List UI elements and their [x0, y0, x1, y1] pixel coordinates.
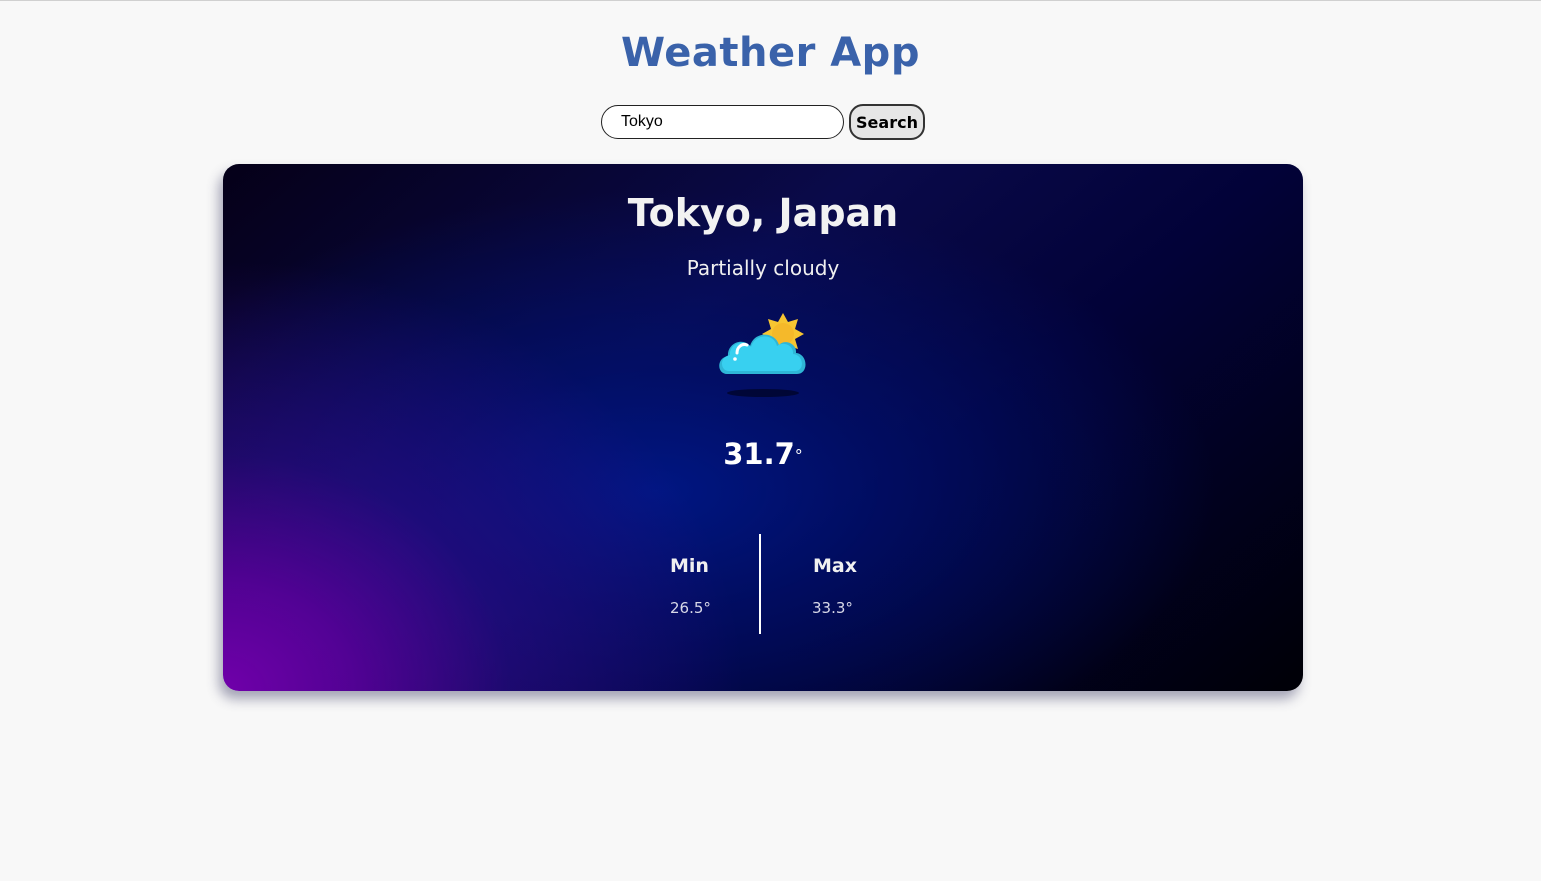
temperature-value: 31.7: [723, 437, 795, 471]
app-title: Weather App: [621, 30, 920, 76]
max-label: Max: [813, 555, 857, 577]
weather-card: Tokyo, Japan Partially cloudy 31.7° Min …: [223, 164, 1303, 691]
location-name: Tokyo, Japan: [627, 191, 899, 235]
search-button[interactable]: Search: [849, 104, 925, 140]
partly-cloudy-icon: [719, 313, 806, 397]
degree-symbol: °: [794, 446, 803, 465]
min-max-divider: [759, 534, 761, 634]
max-temperature: 33.3°: [812, 599, 853, 617]
search-bar: Search: [601, 104, 925, 140]
min-temperature: 26.5°: [670, 599, 711, 617]
weather-condition: Partially cloudy: [686, 256, 840, 280]
city-search-input[interactable]: [601, 105, 844, 139]
min-label: Min: [670, 555, 709, 577]
current-temperature: 31.7°: [223, 434, 1303, 474]
